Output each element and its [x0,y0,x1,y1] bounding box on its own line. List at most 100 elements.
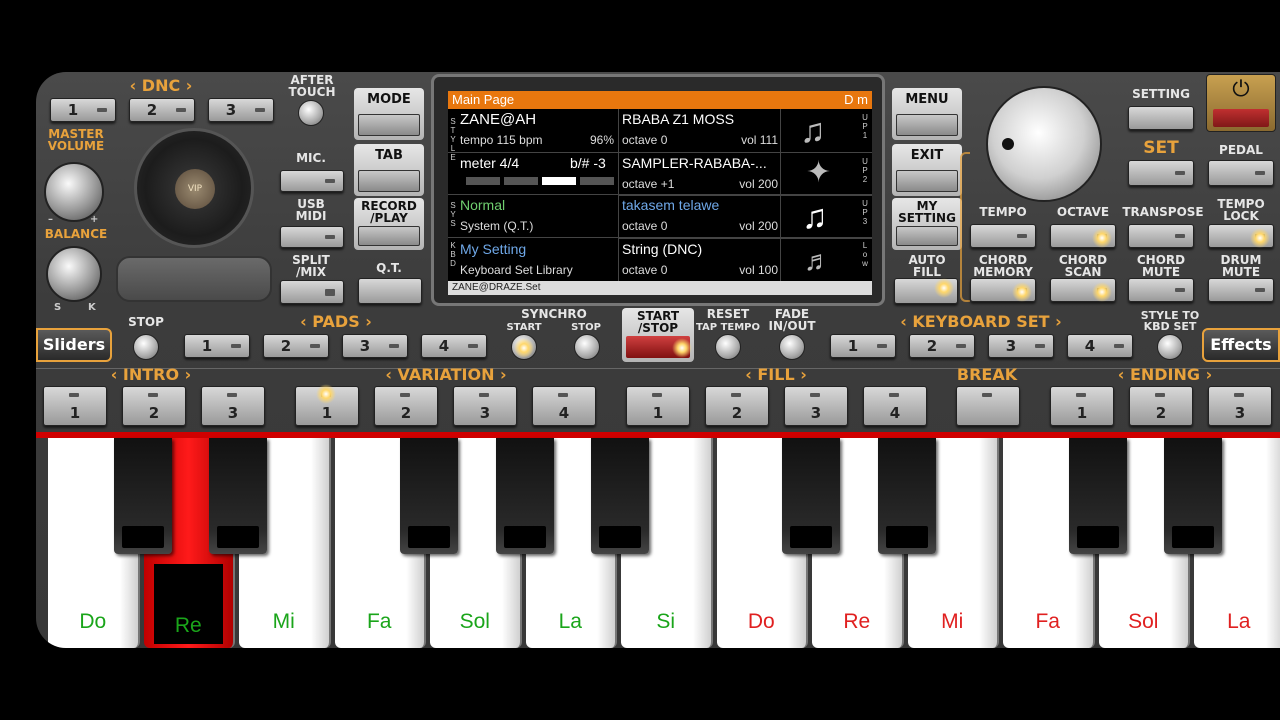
mode-label: MODE [367,92,411,107]
set-button[interactable] [1128,160,1194,186]
pad-button-2[interactable]: 2 [263,334,329,358]
synchro-stop-knob[interactable] [574,334,600,360]
black-key[interactable] [1164,438,1222,554]
key-note-label: Sol [1128,610,1159,633]
fill-button-1[interactable]: 1 [626,386,690,426]
music-note-icon[interactable]: ♫ [800,113,826,149]
kbd-mode[interactable]: My Setting [460,241,526,257]
style-to-kbd-knob[interactable] [1157,334,1183,360]
display-header-title: Main Page [452,92,515,107]
exit-button[interactable]: EXIT [892,144,962,196]
dnc-button-1[interactable]: 1 [50,98,116,122]
key-note-label: Mi [272,610,295,633]
style-name[interactable]: ZANE@AH [460,111,536,128]
data-dial[interactable] [986,86,1102,202]
chord-scan-button[interactable] [1050,278,1116,302]
fill-button-4[interactable]: 4 [863,386,927,426]
synchro-start-knob[interactable] [511,334,537,360]
ending-button-3[interactable]: 3 [1208,386,1272,426]
variation-button-2[interactable]: 2 [374,386,438,426]
after-touch-knob[interactable] [298,100,324,126]
part-up1[interactable]: RBABA Z1 MOSS octave 0 vol 111 [622,111,780,153]
part-up2[interactable]: SAMPLER-RABABA-... octave +1 vol 200 [622,155,780,197]
key-note-label: Sol [459,610,490,633]
mic-button[interactable] [280,170,344,192]
variation-button-3[interactable]: 3 [453,386,517,426]
balance-knob[interactable] [46,246,102,302]
power-icon: ⏻ [1232,77,1250,102]
power-button[interactable]: ⏻ [1206,74,1276,132]
chord-scan-label: CHORD SCAN [1058,253,1108,279]
sys-mode[interactable]: Normal [460,197,505,213]
pitch-bend-pad[interactable] [116,256,272,302]
master-volume-knob[interactable] [44,162,104,222]
pedal-button[interactable] [1208,160,1274,186]
fill-button-3[interactable]: 3 [784,386,848,426]
reset-tap-tempo-knob[interactable] [715,334,741,360]
black-key[interactable] [591,438,649,554]
pad-button-3[interactable]: 3 [342,334,408,358]
part-up3[interactable]: takasem telawe octave 0 vol 200 [622,197,780,239]
black-key[interactable] [877,438,936,554]
my-setting-button[interactable]: MY SETTING [892,198,962,250]
pad-button-4[interactable]: 4 [421,334,487,358]
black-key[interactable] [782,438,840,554]
black-key[interactable] [209,438,267,554]
jog-wheel[interactable]: VIP [134,128,254,248]
variation-button-1[interactable]: 1 [295,386,359,426]
balance-label: BALANCE [44,227,108,241]
fill-title: ‹ FILL › [745,365,807,384]
dancer-icon[interactable]: ✦ [806,155,831,191]
start-stop-button[interactable]: START /STOP [622,308,694,362]
part-low-name: String (DNC) [622,241,703,257]
mode-button[interactable]: MODE [354,88,424,140]
transpose-button[interactable] [1128,224,1194,248]
tab-button[interactable]: TAB [354,144,424,196]
auto-fill-button[interactable] [894,278,958,304]
black-key[interactable] [113,438,172,554]
ending-button-1[interactable]: 1 [1050,386,1114,426]
kbd-set-button-3[interactable]: 3 [988,334,1054,358]
part-low[interactable]: String (DNC) octave 0 vol 100 [622,241,780,283]
effects-label: Effects [1210,335,1272,354]
intro-button-2[interactable]: 2 [122,386,186,426]
black-key[interactable] [495,438,554,554]
usb-midi-label: USB MIDI [295,197,327,223]
violin-icon[interactable]: ♬ [804,243,832,279]
fade-knob[interactable] [779,334,805,360]
pad-button-1[interactable]: 1 [184,334,250,358]
setting-button[interactable] [1128,106,1194,130]
sliders-button[interactable]: Sliders [36,328,112,362]
dnc-button-3[interactable]: 3 [208,98,274,122]
kbd-set-button-4[interactable]: 4 [1067,334,1133,358]
menu-button[interactable]: MENU [892,88,962,140]
qt-button[interactable] [358,278,422,304]
black-key[interactable] [400,438,458,554]
chord-memory-button[interactable] [970,278,1036,302]
pads-stop-knob[interactable] [133,334,159,360]
tempo-lock-button[interactable] [1208,224,1274,248]
kbd-set-button-1[interactable]: 1 [830,334,896,358]
synchro-label: SYNCHRO [521,307,587,321]
ending-button-2[interactable]: 2 [1129,386,1193,426]
break-button[interactable] [956,386,1020,426]
kbd-set-button-2[interactable]: 2 [909,334,975,358]
record-play-button[interactable]: RECORD /PLAY [354,198,424,250]
variation-button-4[interactable]: 4 [532,386,596,426]
intro-button-3[interactable]: 3 [201,386,265,426]
fill-button-2[interactable]: 2 [705,386,769,426]
auto-fill-label: AUTO FILL [908,253,946,279]
tempo-button[interactable] [970,224,1036,248]
part-up1-name: RBABA Z1 MOSS [622,111,735,127]
effects-button[interactable]: Effects [1202,328,1280,362]
music-note-white-icon[interactable]: ♫ [802,199,828,235]
dnc-button-2[interactable]: 2 [129,98,195,122]
octave-button[interactable] [1050,224,1116,248]
chord-mute-button[interactable] [1128,278,1194,302]
intro-button-1[interactable]: 1 [43,386,107,426]
usb-midi-button[interactable] [280,226,344,248]
split-mix-button[interactable] [280,280,344,304]
drum-mute-button[interactable] [1208,278,1274,302]
mic-label: MIC. [296,151,326,165]
black-key[interactable] [1068,438,1127,554]
